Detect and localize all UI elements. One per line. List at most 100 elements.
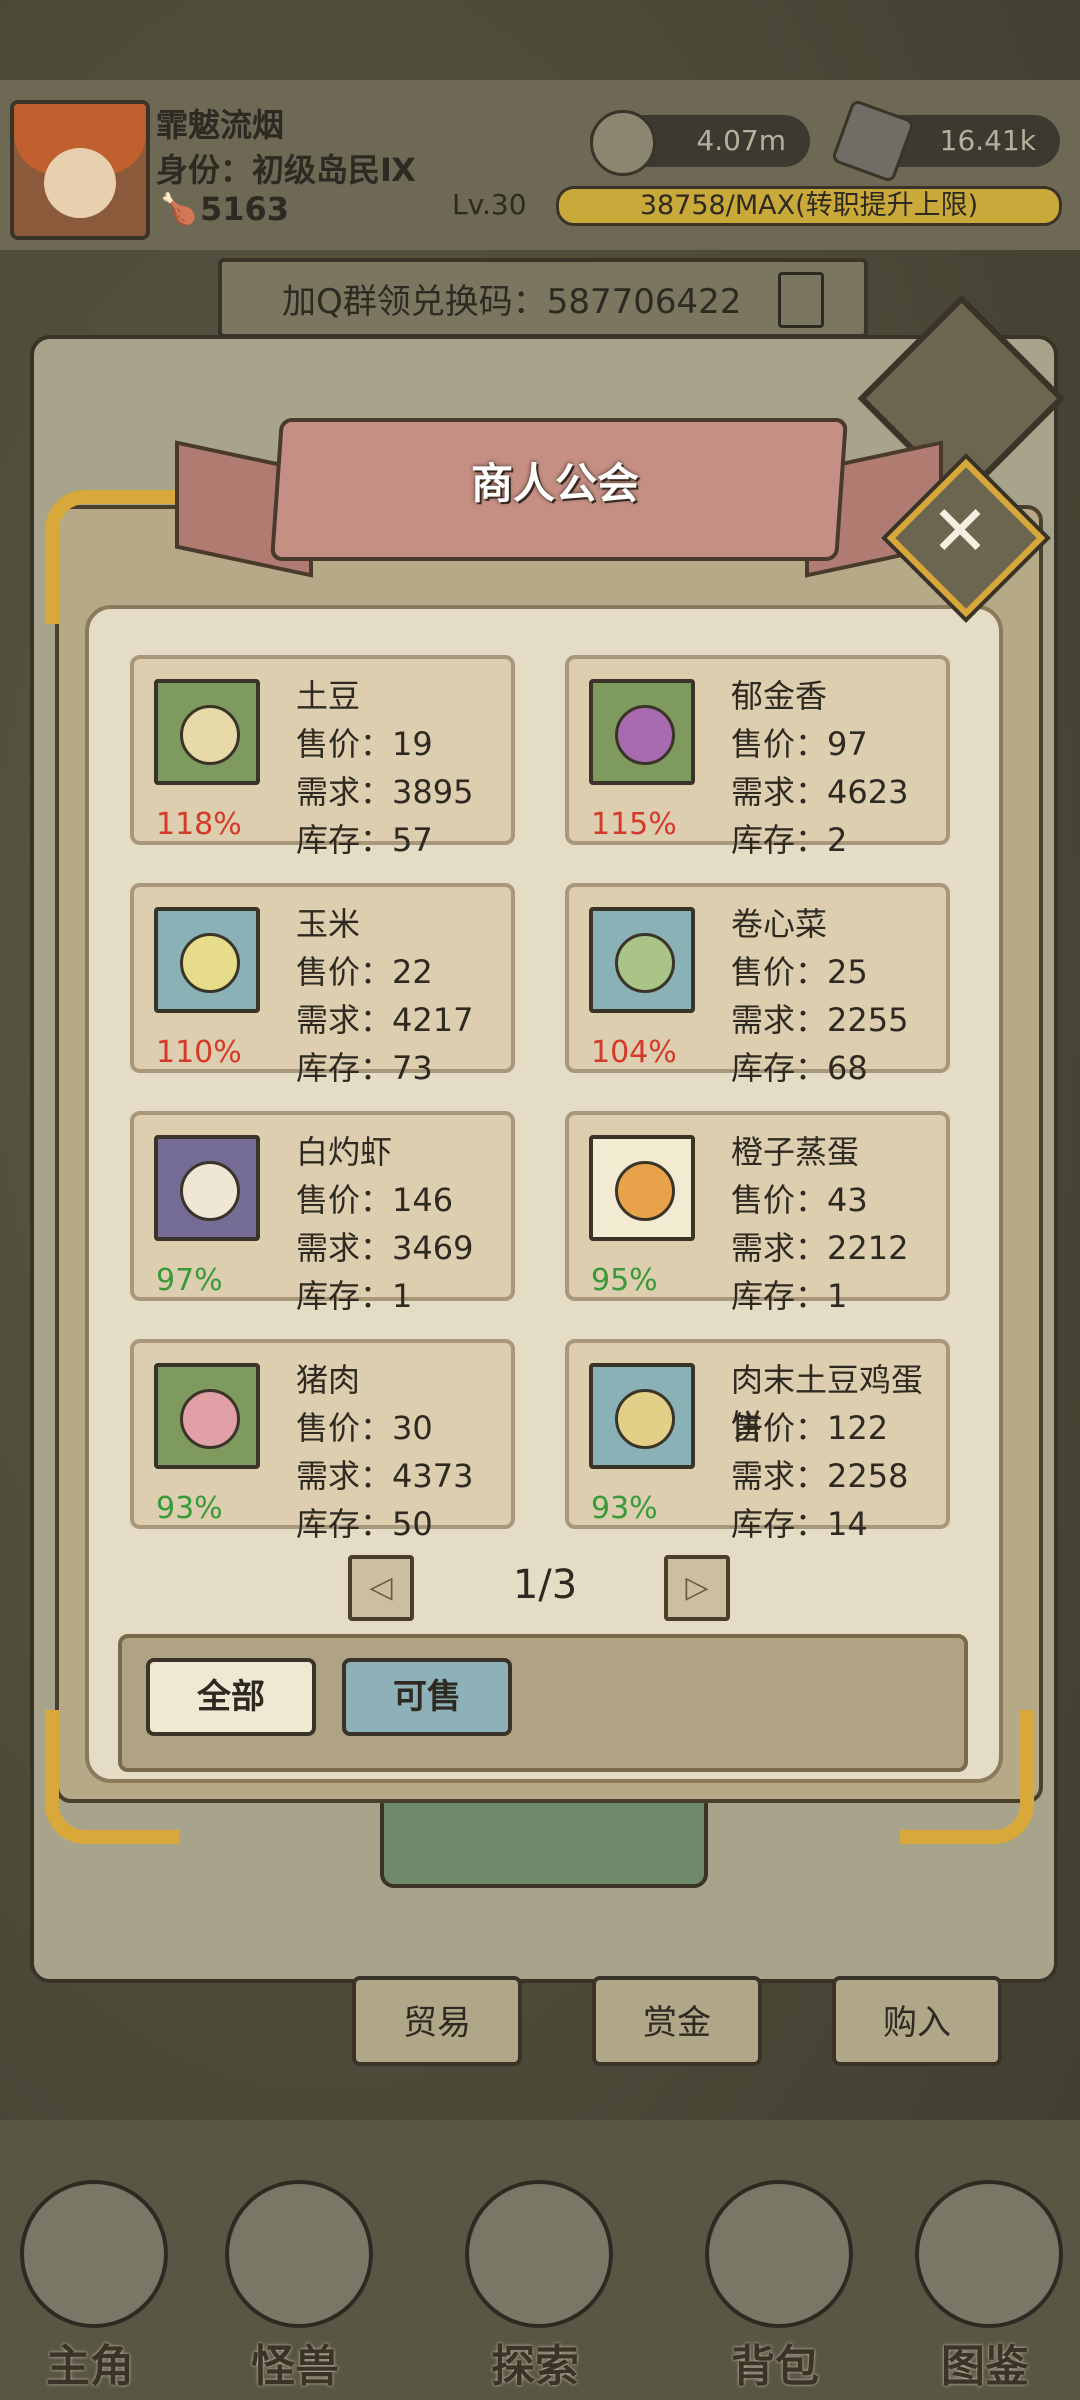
item-food-icon — [615, 933, 675, 993]
item-stock: 库存：68 — [731, 1049, 868, 1087]
item-stock: 库存：1 — [296, 1277, 413, 1315]
price-percent: 97% — [156, 1263, 223, 1298]
item-demand: 需求：4373 — [296, 1457, 474, 1495]
item-price: 售价：43 — [731, 1181, 868, 1219]
nav-guide[interactable]: 图鉴 — [895, 2160, 1075, 2392]
tab-buy[interactable]: 购入 — [832, 1976, 1002, 2066]
book-icon — [915, 2180, 1063, 2328]
item-stock: 库存：57 — [296, 821, 433, 859]
invite-code-bar: 加Q群领兑换码：587706422 — [218, 258, 868, 338]
item-food-icon — [615, 1161, 675, 1221]
item-demand: 需求：2255 — [731, 1001, 909, 1039]
item-stock: 库存：1 — [731, 1277, 848, 1315]
next-page-button[interactable]: ▷ — [664, 1555, 730, 1621]
nav-monster[interactable]: 怪兽 — [205, 2160, 385, 2392]
item-demand: 需求：3895 — [296, 773, 474, 811]
player-avatar[interactable] — [10, 100, 150, 240]
item-thumbnail — [589, 679, 695, 785]
price-percent: 93% — [156, 1491, 223, 1526]
item-stock: 库存：50 — [296, 1505, 433, 1543]
price-percent: 115% — [591, 807, 677, 842]
item-food-icon — [180, 705, 240, 765]
price-percent: 110% — [156, 1035, 242, 1070]
item-price: 售价：146 — [296, 1181, 454, 1219]
item-price: 售价：25 — [731, 953, 868, 991]
price-percent: 104% — [591, 1035, 677, 1070]
dialog-title: 商人公会 — [470, 459, 639, 508]
prev-page-button[interactable]: ◁ — [348, 1555, 414, 1621]
tab-trade[interactable]: 贸易 — [352, 1976, 522, 2066]
item-stock: 库存：2 — [731, 821, 848, 859]
item-demand: 需求：2212 — [731, 1229, 909, 1267]
map-icon — [465, 2180, 613, 2328]
item-thumbnail — [589, 1363, 695, 1469]
item-name: 玉米 — [296, 905, 361, 943]
player-role: 身份：初级岛民Ⅸ — [156, 151, 416, 189]
hidden-panel-button — [380, 1790, 708, 1888]
item-name: 郁金香 — [731, 677, 828, 715]
item-card[interactable]: 97% 白灼虾售价：146 需求：3469 库存：1 — [130, 1111, 515, 1315]
player-name: 霏魃流烟 — [156, 106, 285, 144]
item-card[interactable]: 104% 卷心菜售价：25 需求：2255 库存：68 — [565, 883, 950, 1087]
item-price: 售价：97 — [731, 725, 868, 763]
item-card[interactable]: 110% 玉米售价：22 需求：4217 库存：73 — [130, 883, 515, 1087]
item-thumbnail — [589, 907, 695, 1013]
item-name: 橙子蒸蛋 — [731, 1133, 860, 1171]
close-icon: ✕ — [930, 490, 990, 572]
item-stock: 库存：73 — [296, 1049, 433, 1087]
tab-bounty[interactable]: 赏金 — [592, 1976, 762, 2066]
coin-icon — [590, 110, 656, 176]
item-demand: 需求：4217 — [296, 1001, 474, 1039]
helmet-icon — [20, 2180, 168, 2328]
item-food-icon — [615, 1389, 675, 1449]
item-food-icon — [180, 1389, 240, 1449]
nav-explore[interactable]: 探索 — [445, 2160, 625, 2392]
item-food-icon — [180, 1161, 240, 1221]
nav-bag-label: 背包 — [731, 2341, 819, 2392]
item-thumbnail — [154, 679, 260, 785]
item-price: 售价：122 — [731, 1409, 889, 1447]
nav-monster-label: 怪兽 — [251, 2341, 339, 2392]
item-card[interactable]: 115% 郁金香 售价：97 需求：4623 库存：2 — [565, 655, 950, 859]
price-percent: 93% — [591, 1491, 658, 1526]
item-card[interactable]: 93% 肉末土豆鸡蛋饼 售价：122 需求：2258 库存：14 — [565, 1339, 950, 1543]
triangle-right-icon: ▷ — [685, 1570, 709, 1605]
player-food-count: 5163 — [200, 190, 290, 228]
item-card[interactable]: 95% 橙子蒸蛋售价：43 需求：2212 库存：1 — [565, 1111, 950, 1315]
monster-eye-icon — [225, 2180, 373, 2328]
nav-explore-label: 探索 — [491, 2341, 579, 2392]
item-demand: 需求：3469 — [296, 1229, 474, 1267]
backpack-icon — [705, 2180, 853, 2328]
copy-icon[interactable] — [778, 272, 824, 328]
food-icon: 🍗 — [160, 192, 198, 227]
item-food-icon — [180, 933, 240, 993]
exp-bar: 38758/MAX(转职提升上限) — [556, 186, 1062, 226]
player-level: Lv.30 — [452, 188, 527, 221]
item-demand: 需求：2258 — [731, 1457, 909, 1495]
item-card[interactable]: 118% 土豆售价：19 需求：3895 库存：57 — [130, 655, 515, 859]
item-price: 售价：22 — [296, 953, 433, 991]
nav-hero-label: 主角 — [46, 2341, 134, 2392]
corner-ornament — [45, 490, 179, 624]
nav-bag[interactable]: 背包 — [685, 2160, 865, 2392]
item-price: 售价：19 — [296, 725, 433, 763]
item-name: 土豆 — [296, 677, 361, 715]
close-button[interactable]: ✕ — [886, 458, 1046, 618]
filter-all-button[interactable]: 全部 — [146, 1658, 316, 1736]
item-food-icon — [615, 705, 675, 765]
nav-guide-label: 图鉴 — [941, 2341, 1029, 2392]
filter-sellable-button[interactable]: 可售 — [342, 1658, 512, 1736]
nav-hero[interactable]: 主角 — [0, 2160, 180, 2392]
price-percent: 118% — [156, 807, 242, 842]
item-name: 猪肉 — [296, 1361, 361, 1399]
item-thumbnail — [589, 1135, 695, 1241]
item-card[interactable]: 93% 猪肉售价：30 需求：4373 库存：50 — [130, 1339, 515, 1543]
item-name: 卷心菜 — [731, 905, 828, 943]
item-thumbnail — [154, 1135, 260, 1241]
item-name: 白灼虾 — [296, 1133, 393, 1171]
item-price: 售价：30 — [296, 1409, 433, 1447]
item-thumbnail — [154, 1363, 260, 1469]
price-percent: 95% — [591, 1263, 658, 1298]
triangle-left-icon: ◁ — [369, 1570, 393, 1605]
item-thumbnail — [154, 907, 260, 1013]
